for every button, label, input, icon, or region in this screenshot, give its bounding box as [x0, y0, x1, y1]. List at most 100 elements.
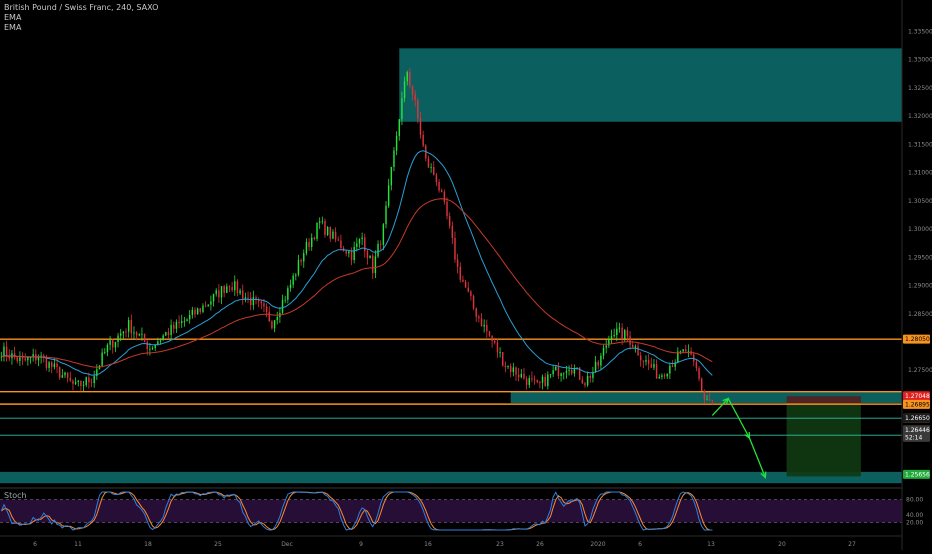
- candle-body: [568, 369, 570, 371]
- candle-body: [72, 380, 74, 384]
- candle-body: [703, 390, 706, 400]
- price-tag-label: 1.28050: [905, 336, 930, 343]
- candle-body: [605, 345, 607, 348]
- candle-body: [175, 321, 178, 329]
- candle-body: [385, 205, 387, 225]
- candle-body: [93, 376, 95, 384]
- candle-body: [117, 335, 119, 342]
- x-tick-label: 13: [707, 541, 715, 548]
- y-tick-label: 1.30500: [908, 198, 932, 205]
- candle-body: [486, 324, 488, 332]
- candle-body: [597, 361, 599, 366]
- candle-body: [491, 335, 493, 341]
- candle-body: [337, 239, 339, 241]
- candle-body: [104, 352, 106, 353]
- candle-body: [528, 378, 530, 385]
- candle-body: [374, 256, 377, 274]
- candle-body: [440, 190, 443, 192]
- candle-body: [507, 365, 509, 368]
- candle-body: [658, 376, 660, 379]
- candle-body: [544, 376, 546, 387]
- candle-body: [191, 309, 194, 315]
- candle-body: [88, 377, 90, 383]
- target-zone-bottom: [0, 471, 902, 484]
- candle-body: [356, 243, 358, 247]
- candle-body: [287, 288, 289, 300]
- candle-body: [194, 309, 196, 315]
- candle-body: [369, 255, 371, 258]
- candle-body: [127, 319, 130, 332]
- candle-body: [308, 242, 310, 247]
- candle-body: [666, 373, 668, 377]
- candle-body: [488, 331, 491, 336]
- candle-body: [523, 373, 525, 379]
- candle-body: [149, 348, 151, 350]
- candle-body: [645, 359, 647, 362]
- candle-body: [74, 382, 77, 384]
- candle-body: [292, 275, 294, 285]
- candle-body: [467, 287, 469, 292]
- candle-body: [265, 306, 268, 312]
- candle-body: [300, 260, 302, 262]
- candle-body: [165, 332, 167, 336]
- price-tag-label: 1.26446: [905, 427, 930, 434]
- candle-body: [610, 336, 613, 339]
- candle-body: [183, 320, 186, 322]
- candle-body: [563, 372, 565, 374]
- candle-body: [504, 365, 507, 368]
- candle-body: [231, 287, 233, 291]
- x-tick-label: 9: [359, 541, 363, 548]
- candle-body: [252, 297, 255, 306]
- candle-body: [565, 370, 568, 373]
- candle-body: [358, 239, 361, 244]
- x-tick-label: 2020: [590, 541, 605, 548]
- candle-body: [271, 321, 273, 329]
- candle-body: [27, 357, 29, 361]
- candle-body: [454, 237, 456, 260]
- candle-body: [589, 375, 592, 378]
- candle-body: [133, 332, 135, 334]
- candle-body: [141, 333, 143, 335]
- symbol-title: British Pound / Swiss Franc, 240, SAXO: [4, 3, 159, 12]
- y-tick-label: 1.31000: [908, 170, 932, 177]
- candle-body: [109, 340, 111, 345]
- candle-body: [637, 346, 639, 356]
- candle-body: [321, 220, 324, 222]
- candle-body: [167, 332, 170, 336]
- candle-body: [69, 377, 72, 381]
- y-tick-label: 1.33000: [908, 57, 932, 64]
- candle-body: [135, 332, 138, 336]
- candle-body: [202, 305, 204, 312]
- x-tick-label: 6: [33, 541, 37, 548]
- candle-body: [199, 308, 202, 312]
- candle-body: [188, 314, 191, 320]
- price-chart-svg[interactable]: 1.33500 1.33000 1.32500 1.32000 1.31500 1.310…: [0, 0, 932, 550]
- candle-body: [204, 305, 207, 307]
- candle-body: [379, 243, 382, 245]
- candle-body: [624, 330, 626, 339]
- candle-body: [101, 352, 103, 366]
- y-tick-label: 1.29000: [908, 283, 932, 290]
- candle-body: [276, 317, 278, 321]
- candle-body: [499, 352, 501, 353]
- candle-body: [552, 370, 554, 375]
- candle-body: [61, 375, 64, 378]
- candle-body: [655, 364, 658, 379]
- candle-body: [353, 246, 355, 261]
- candle-body: [16, 357, 18, 362]
- candle-body: [663, 375, 666, 377]
- candle-body: [600, 355, 602, 366]
- candle-body: [260, 301, 263, 304]
- candle-body: [403, 81, 406, 99]
- candle-body: [53, 363, 56, 368]
- candle-body: [406, 72, 408, 82]
- chart[interactable]: 1.33500 1.33000 1.32500 1.32000 1.31500 1.310…: [0, 0, 932, 550]
- candle-body: [422, 134, 424, 146]
- candle-body: [417, 100, 419, 119]
- candle-body: [647, 359, 650, 364]
- candle-body: [3, 346, 5, 357]
- candle-body: [539, 382, 541, 383]
- candle-body: [51, 362, 53, 368]
- candle-body: [196, 308, 199, 315]
- position-reward-box: [786, 404, 861, 477]
